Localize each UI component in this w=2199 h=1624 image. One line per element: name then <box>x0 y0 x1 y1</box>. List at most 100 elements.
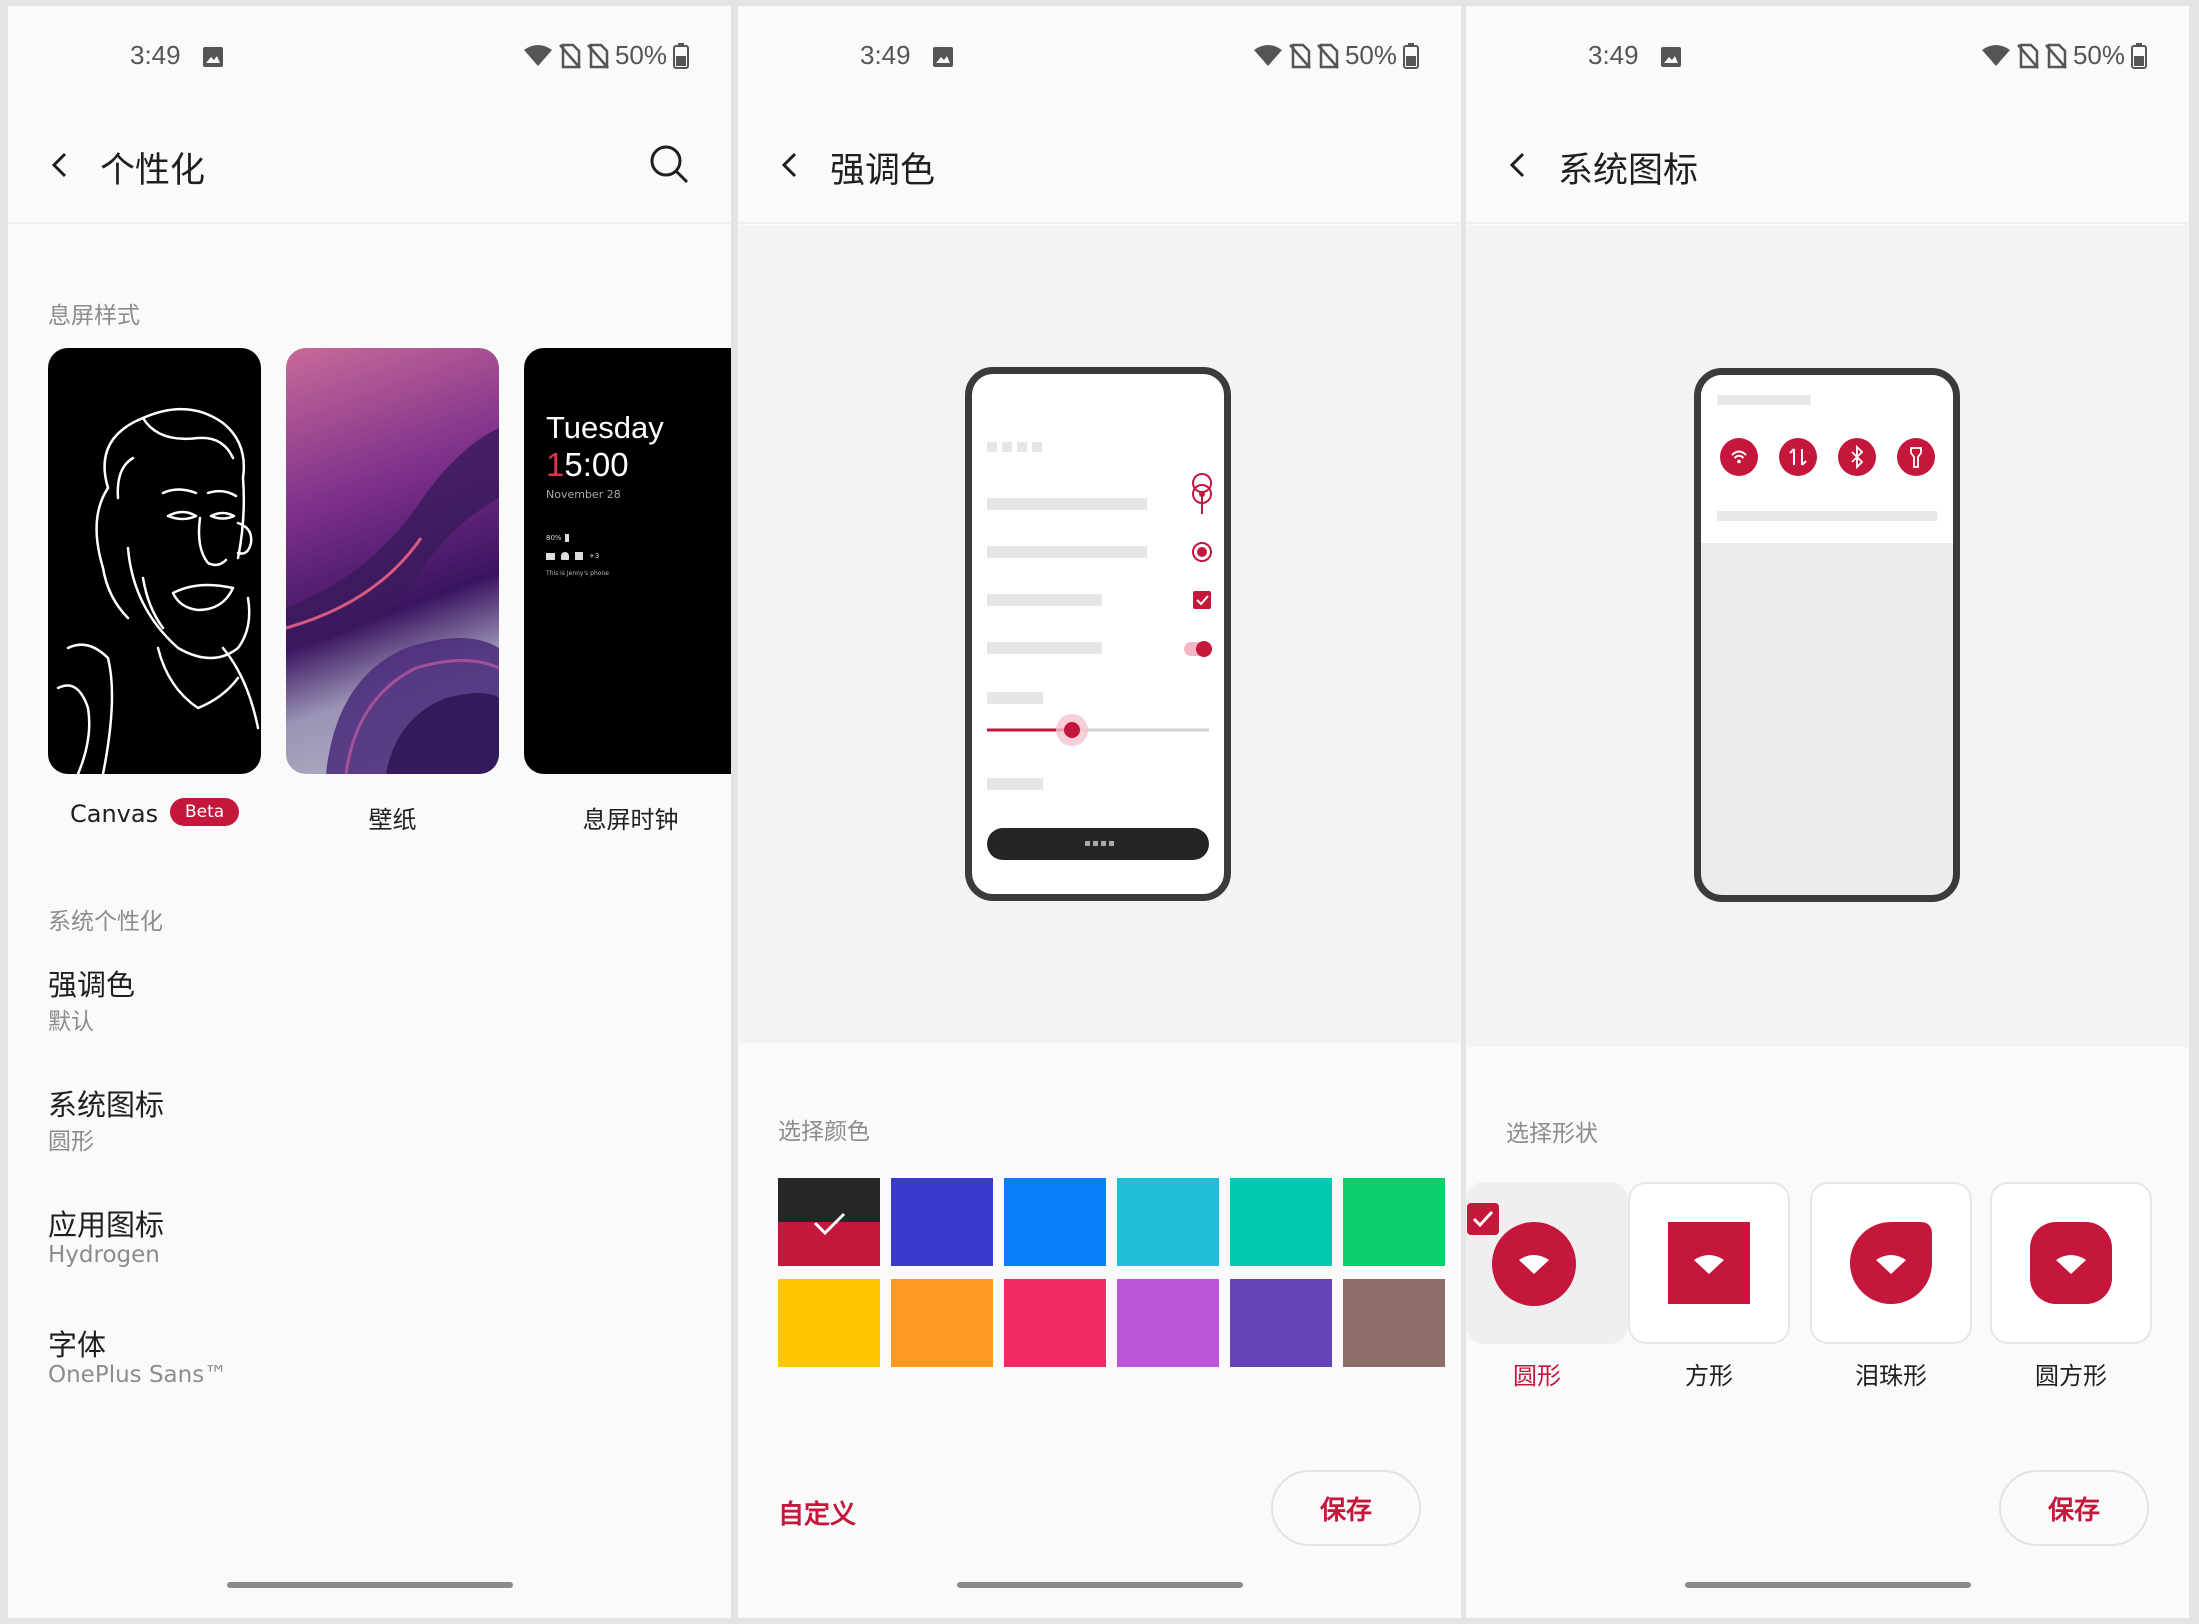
canvas-card-label: Canvas <box>70 800 159 828</box>
squircle-shape-icon <box>2030 1222 2112 1304</box>
image-notification-icon <box>1661 47 1681 67</box>
shape-option-teardrop[interactable] <box>1810 1182 1972 1344</box>
color-swatch[interactable] <box>1343 1178 1445 1266</box>
status-bar: 3:49 50% <box>1466 6 2189 106</box>
gesture-bar[interactable] <box>1684 1582 1971 1588</box>
shape-option-square[interactable] <box>1628 1182 1790 1344</box>
app-icon <box>561 552 569 560</box>
battery-percent: 50% <box>2072 40 2125 70</box>
circle-shape-icon <box>1492 1222 1576 1306</box>
back-arrow-icon[interactable] <box>1504 150 1534 180</box>
square-shape-icon <box>1668 1222 1750 1304</box>
save-button[interactable]: 保存 <box>1999 1470 2149 1546</box>
no-sim-icon <box>2017 43 2039 69</box>
selected-check-icon <box>813 1212 846 1236</box>
battery-percent: 50% <box>1344 40 1397 70</box>
setting-subtitle: Hydrogen <box>48 1242 160 1268</box>
gesture-bar[interactable] <box>226 1582 513 1588</box>
clock-time: 15:00 <box>546 446 629 484</box>
custom-color-link[interactable]: 自定义 <box>778 1494 856 1531</box>
clock-day: Tuesday <box>546 410 664 445</box>
save-button[interactable]: 保存 <box>1271 1470 1421 1546</box>
phone-preview <box>1694 368 1960 902</box>
mail-icon <box>546 552 555 560</box>
setting-subtitle: 默认 <box>48 1009 94 1035</box>
status-time: 3:49 <box>860 40 911 70</box>
canvas-portrait-illustration <box>56 407 260 774</box>
color-swatch[interactable] <box>1004 1279 1106 1367</box>
wifi-icon <box>1253 44 1282 66</box>
status-bar: 3:49 50% <box>738 6 1461 106</box>
color-swatch[interactable] <box>1004 1178 1106 1266</box>
back-arrow-icon[interactable] <box>776 150 806 180</box>
color-swatch[interactable] <box>1117 1178 1219 1266</box>
accent-preview-ui-illustration <box>987 442 1213 860</box>
choose-shape-label: 选择形状 <box>1506 1121 1598 1147</box>
ambient-clock-card[interactable]: Tuesday 15:00 November 28 80% +3 This is… <box>524 348 731 774</box>
status-right: 50% <box>1981 40 2147 71</box>
status-right: 50% <box>523 40 689 71</box>
no-sim-icon-2 <box>2045 43 2067 69</box>
teardrop-shape-icon <box>1850 1222 1932 1304</box>
color-swatch[interactable] <box>778 1279 880 1367</box>
selected-check-icon <box>1467 1203 1499 1235</box>
canvas-card[interactable] <box>48 348 261 774</box>
icon-preview-area <box>1466 225 2189 1047</box>
color-swatch[interactable] <box>1230 1178 1332 1266</box>
status-time: 3:49 <box>130 40 181 70</box>
shape-label-circle: 圆形 <box>1513 1362 1561 1390</box>
system-icons-screen: 3:49 50% 系统图标 选择形状 圆形 方形 泪珠形 圆方形 保存 <box>1466 6 2189 1618</box>
setting-title: 字体 <box>48 1328 107 1362</box>
setting-subtitle: OnePlus Sans™ <box>48 1362 228 1388</box>
setting-subtitle: 圆形 <box>48 1129 94 1155</box>
accent-color-screen: 3:49 50% 强调色 选择颜色 自定义 保存 <box>738 6 1461 1618</box>
clock-battery-icon <box>564 534 569 542</box>
wallpaper-card[interactable] <box>286 348 499 774</box>
shape-label-squircle: 圆方形 <box>2035 1362 2107 1390</box>
clock-date: November 28 <box>546 488 621 501</box>
back-arrow-icon[interactable] <box>46 150 76 180</box>
no-sim-icon-2 <box>1317 43 1339 69</box>
status-right: 50% <box>1253 40 1419 71</box>
app-bar: 强调色 <box>738 106 1461 224</box>
app-bar: 个性化 <box>8 106 731 224</box>
page-title: 强调色 <box>830 151 936 191</box>
gesture-bar[interactable] <box>956 1582 1243 1588</box>
accent-preview-area <box>738 225 1461 1043</box>
clock-time-rest: 5:00 <box>564 446 629 483</box>
page-title: 系统图标 <box>1558 151 1699 191</box>
color-swatch[interactable] <box>1117 1279 1219 1367</box>
no-sim-icon <box>559 43 581 69</box>
clock-battery-row: 80% <box>546 534 569 542</box>
setting-title: 强调色 <box>48 968 136 1002</box>
app-bar: 系统图标 <box>1466 106 2189 224</box>
wifi-icon <box>1981 44 2010 66</box>
color-swatch[interactable] <box>891 1279 993 1367</box>
shape-option-squircle[interactable] <box>1990 1182 2152 1344</box>
personalization-screen: 3:49 50% 个性化 息屏样式 Canvas Beta 壁纸 Tuesday… <box>8 6 731 1618</box>
clock-owner-note: This is Jenny's phone <box>546 570 609 577</box>
color-swatch[interactable] <box>891 1178 993 1266</box>
phone-preview <box>965 367 1231 901</box>
system-section-label: 系统个性化 <box>48 909 163 935</box>
beta-badge: Beta <box>170 798 240 826</box>
wallpaper-waves-illustration <box>286 428 499 774</box>
color-swatch[interactable] <box>1343 1279 1445 1367</box>
facebook-icon <box>575 552 583 560</box>
clock-notification-icons: +3 <box>546 552 599 560</box>
ambient-section-label: 息屏样式 <box>48 303 140 329</box>
wifi-icon <box>523 44 552 66</box>
ambient-clock-card-label: 息屏时钟 <box>582 806 679 834</box>
status-time: 3:49 <box>1588 40 1639 70</box>
color-swatch[interactable] <box>778 1178 880 1266</box>
search-icon[interactable] <box>647 142 691 186</box>
image-notification-icon <box>203 47 223 67</box>
clock-time-accent-digit: 1 <box>546 446 565 483</box>
color-swatch[interactable] <box>1230 1279 1332 1367</box>
image-notification-icon <box>933 47 953 67</box>
shape-label-square: 方形 <box>1685 1362 1733 1390</box>
setting-title: 应用图标 <box>48 1208 165 1242</box>
no-sim-icon <box>1289 43 1311 69</box>
shape-label-teardrop: 泪珠形 <box>1855 1362 1927 1390</box>
no-sim-icon-2 <box>587 43 609 69</box>
